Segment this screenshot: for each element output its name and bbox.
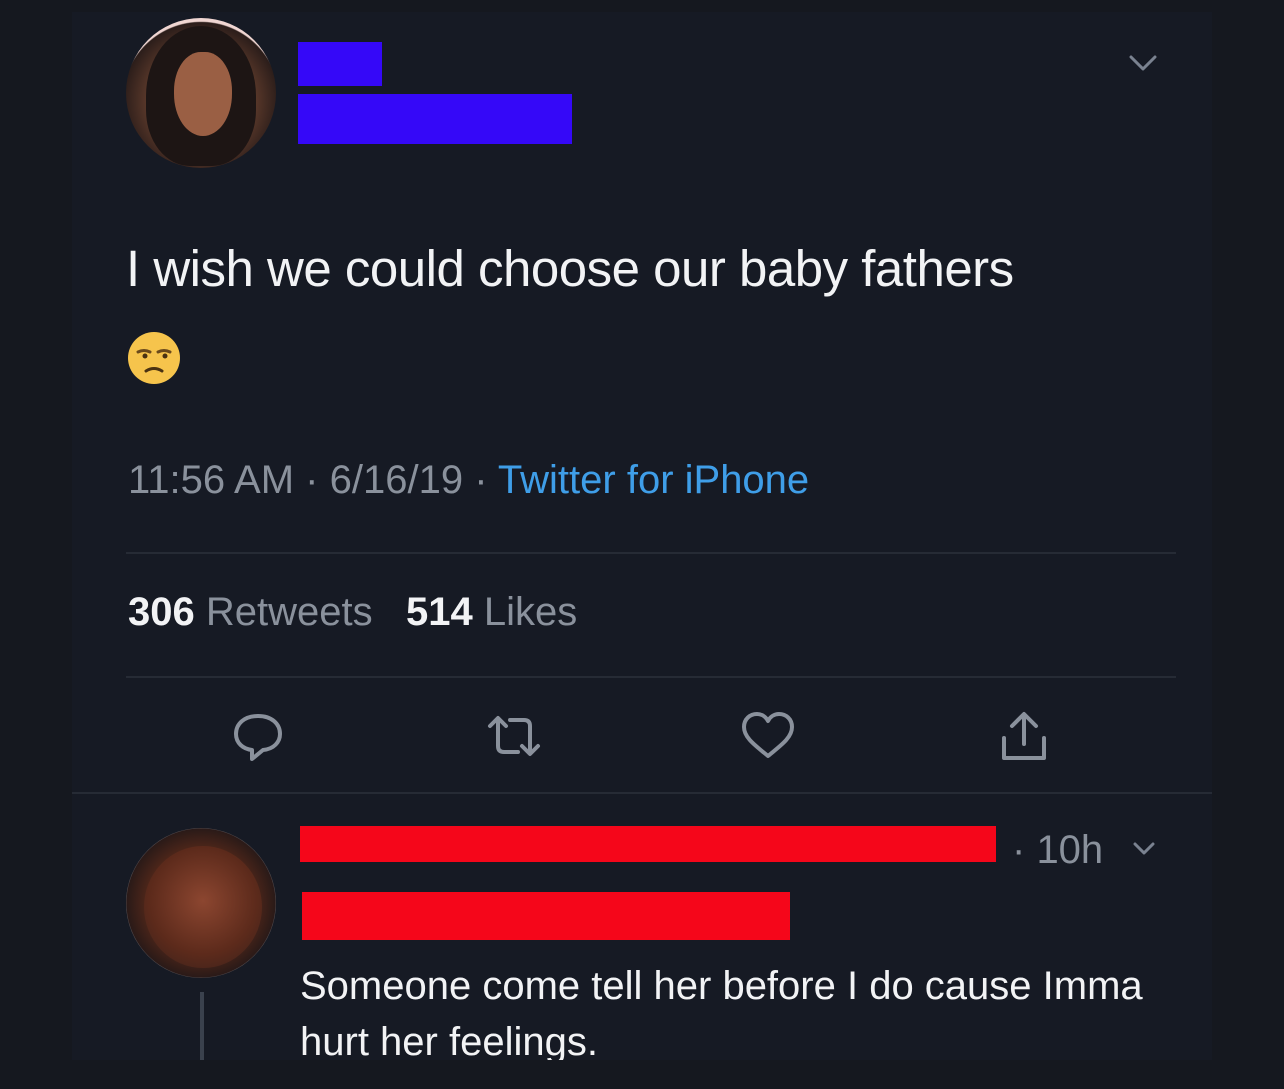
thread-line — [200, 992, 204, 1060]
reply-author-avatar[interactable] — [126, 828, 276, 978]
likes-count: 514 — [405, 590, 473, 634]
retweet-icon[interactable] — [484, 708, 544, 764]
heart-icon[interactable] — [738, 708, 798, 764]
tweet-screenshot: I wish we could choose our baby fathers … — [72, 12, 1212, 1060]
tweet-date: 6/16/19 — [329, 458, 464, 502]
tweet-text: I wish we could choose our baby fathers — [126, 240, 1014, 297]
likes-stat[interactable]: 514 Likes — [406, 590, 577, 634]
chevron-down-icon[interactable] — [1132, 840, 1156, 858]
retweets-stat[interactable]: 306 Retweets — [128, 590, 373, 634]
tweet-source-link[interactable]: Twitter for iPhone — [498, 458, 809, 502]
reply-icon[interactable] — [228, 708, 288, 764]
likes-label: Likes — [483, 590, 578, 634]
divider — [126, 676, 1176, 678]
divider — [126, 552, 1176, 554]
redacted-reply-display-name — [300, 826, 996, 862]
redacted-username — [298, 94, 572, 144]
unamused-face-emoji — [128, 332, 180, 384]
tweet-stats: 306 Retweets 514 Likes — [128, 590, 577, 635]
retweets-count: 306 — [128, 590, 195, 634]
retweets-label: Retweets — [205, 590, 373, 634]
reply-timestamp: · 10h — [1012, 828, 1104, 872]
chevron-down-icon[interactable] — [1128, 52, 1158, 74]
redacted-display-name — [298, 42, 382, 86]
tweet-time: 11:56 AM — [128, 458, 295, 502]
reply-time: 10h — [1036, 828, 1104, 872]
tweet-metadata: 11:56 AM · 6/16/19 · Twitter for iPhone — [128, 458, 810, 502]
author-avatar[interactable] — [126, 18, 276, 168]
reply-text: Someone come tell her before I do cause … — [300, 964, 1143, 1060]
share-icon[interactable] — [994, 708, 1054, 764]
redacted-reply-username — [302, 892, 790, 940]
divider — [72, 792, 1212, 794]
